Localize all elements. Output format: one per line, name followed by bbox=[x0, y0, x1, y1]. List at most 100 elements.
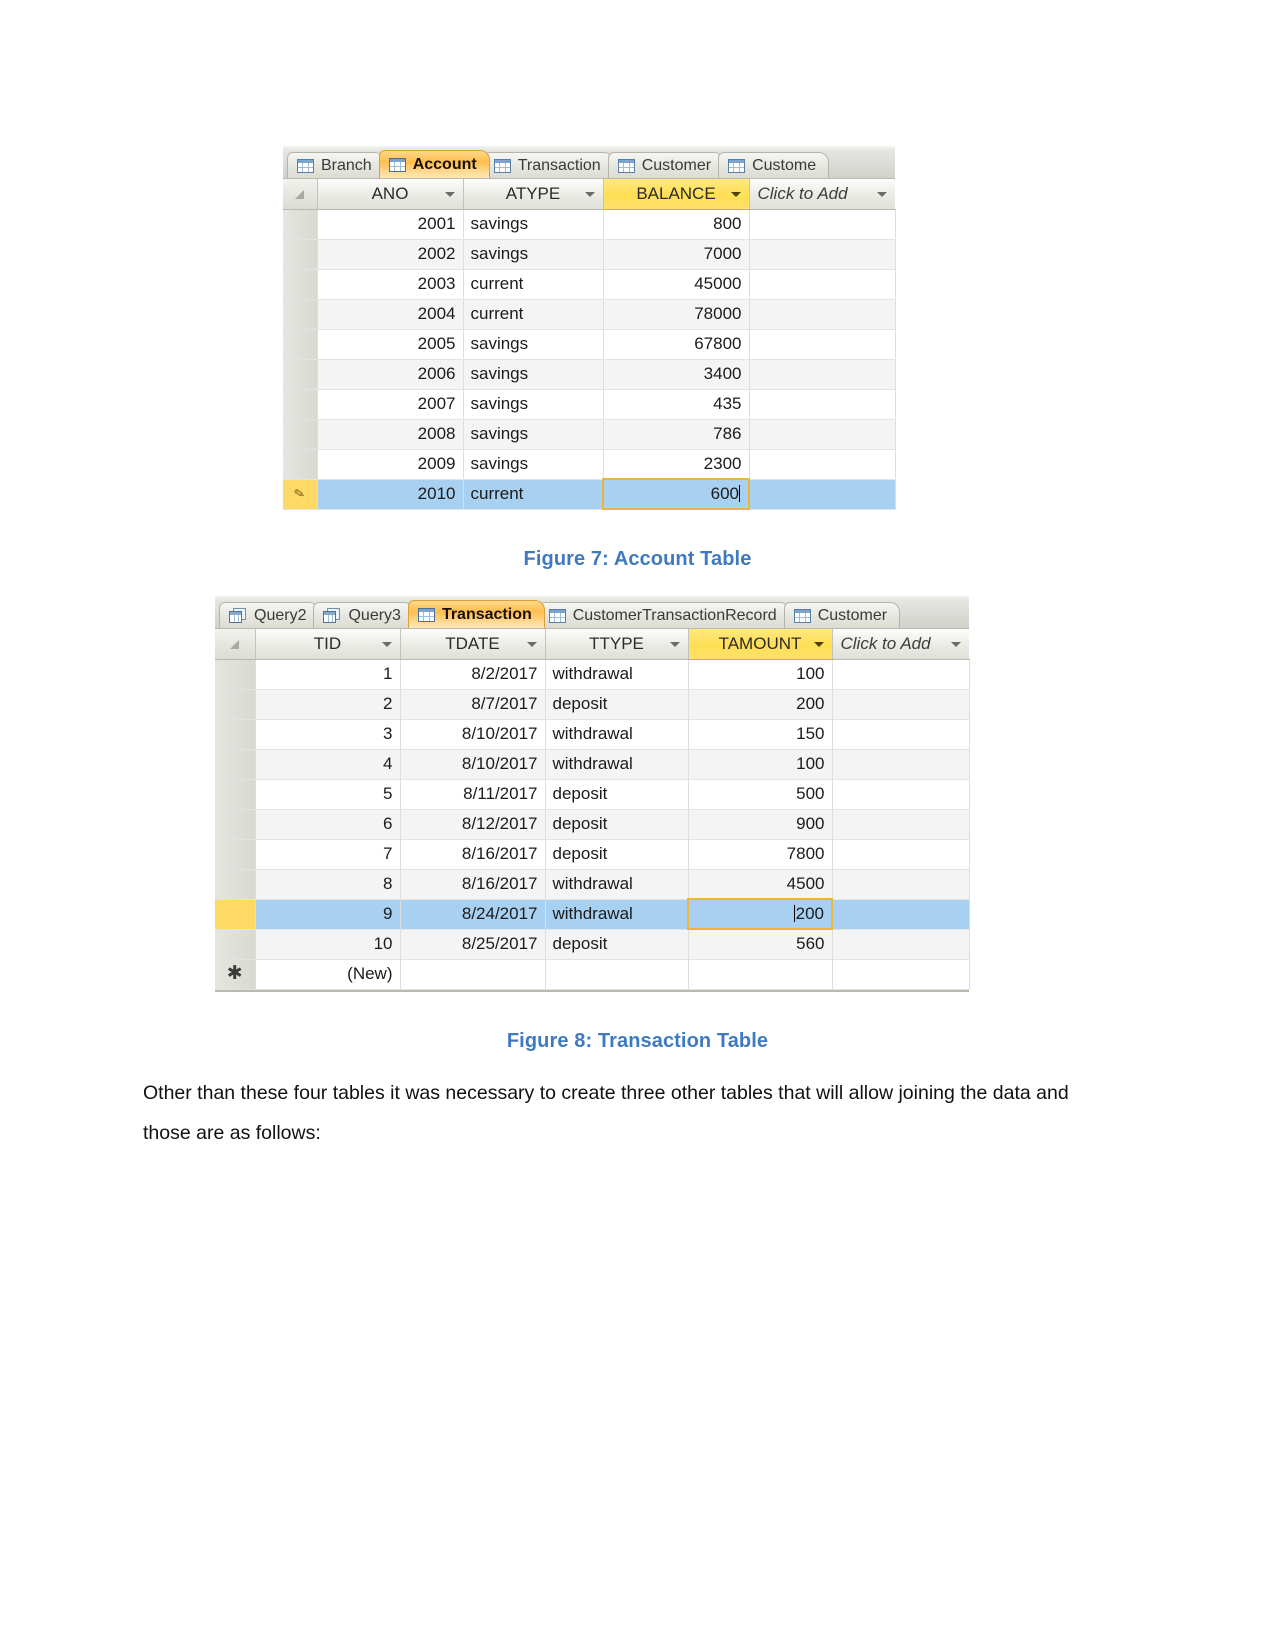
row-selector[interactable] bbox=[215, 749, 256, 780]
tab-account[interactable]: Account bbox=[378, 150, 490, 178]
cell-ano[interactable]: 2001 bbox=[317, 209, 464, 240]
cell-new-label[interactable]: (New) bbox=[255, 959, 401, 990]
tab-customer[interactable]: Customer bbox=[783, 602, 901, 628]
cell-tid[interactable]: 3 bbox=[255, 719, 401, 750]
chevron-down-icon[interactable] bbox=[444, 191, 455, 197]
cell-atype[interactable]: savings bbox=[463, 209, 604, 240]
table-row[interactable]: 2007 savings 435 bbox=[283, 389, 896, 420]
table-row[interactable]: 2002 savings 7000 bbox=[283, 239, 896, 270]
cell-tdate[interactable]: 8/12/2017 bbox=[400, 809, 546, 840]
cell-ano[interactable]: 2002 bbox=[317, 239, 464, 270]
row-selector[interactable] bbox=[215, 869, 256, 900]
chevron-down-icon[interactable] bbox=[951, 641, 961, 647]
new-record-selector[interactable]: ✱ bbox=[215, 959, 256, 990]
cell-tdate[interactable]: 8/25/2017 bbox=[400, 929, 546, 960]
cell-balance[interactable]: 45000 bbox=[603, 269, 750, 300]
select-all-corner[interactable] bbox=[283, 179, 318, 210]
add-column-header[interactable]: Click to Add bbox=[832, 629, 969, 660]
cell-ttype[interactable]: deposit bbox=[545, 839, 689, 870]
table-row[interactable]: 2 8/7/2017 deposit 200 bbox=[215, 689, 970, 720]
cell-tamount[interactable]: 7800 bbox=[688, 839, 833, 870]
cell-tid[interactable]: 6 bbox=[255, 809, 401, 840]
cell-atype[interactable]: savings bbox=[463, 389, 604, 420]
cell-tid[interactable]: 5 bbox=[255, 779, 401, 810]
cell-tdate[interactable]: 8/24/2017 bbox=[400, 899, 546, 930]
table-row[interactable]: 2005 savings 67800 bbox=[283, 329, 896, 360]
cell-balance[interactable]: 78000 bbox=[603, 299, 750, 330]
cell-tdate[interactable]: 8/11/2017 bbox=[400, 779, 546, 810]
cell-tamount[interactable]: 560 bbox=[688, 929, 833, 960]
tab-query3[interactable]: Query3 bbox=[313, 602, 414, 628]
cell-tid[interactable]: 8 bbox=[255, 869, 401, 900]
cell-tdate[interactable]: 8/16/2017 bbox=[400, 869, 546, 900]
row-selector[interactable] bbox=[215, 719, 256, 750]
table-row[interactable]: 5 8/11/2017 deposit 500 bbox=[215, 779, 970, 810]
tab-query2[interactable]: Query2 bbox=[219, 602, 320, 628]
table-row[interactable]: 8 8/16/2017 withdrawal 4500 bbox=[215, 869, 970, 900]
cell-balance[interactable]: 67800 bbox=[603, 329, 750, 360]
transaction-tab-strip[interactable]: Query2 Query3 Transaction CustomerTransa… bbox=[215, 596, 969, 629]
cell-ano[interactable]: 2007 bbox=[317, 389, 464, 420]
cell-tamount-editing[interactable]: 200 bbox=[687, 898, 833, 930]
cell-ttype[interactable]: withdrawal bbox=[545, 899, 689, 930]
table-row[interactable]: 10 8/25/2017 deposit 560 bbox=[215, 929, 970, 960]
table-row[interactable]: 2001 savings 800 bbox=[283, 209, 896, 240]
column-header-balance[interactable]: BALANCE bbox=[603, 179, 750, 210]
account-tab-strip[interactable]: Branch Account Transaction Customer Cust… bbox=[283, 146, 895, 179]
row-selector[interactable] bbox=[215, 779, 256, 810]
cell-tamount[interactable]: 900 bbox=[688, 809, 833, 840]
cell-atype[interactable]: current bbox=[463, 479, 604, 510]
new-record-row[interactable]: ✱ (New) bbox=[215, 959, 970, 990]
cell-ttype[interactable]: withdrawal bbox=[545, 869, 689, 900]
column-header-atype[interactable]: ATYPE bbox=[463, 179, 604, 210]
cell-tdate-new[interactable] bbox=[400, 959, 546, 990]
row-selector[interactable] bbox=[283, 239, 318, 270]
row-selector[interactable] bbox=[283, 359, 318, 390]
table-row[interactable]: 7 8/16/2017 deposit 7800 bbox=[215, 839, 970, 870]
cell-balance[interactable]: 3400 bbox=[603, 359, 750, 390]
row-selector[interactable] bbox=[215, 809, 256, 840]
table-row-selected[interactable]: ✎ 2010 current 600 bbox=[283, 478, 896, 510]
cell-ttype[interactable]: deposit bbox=[545, 689, 689, 720]
chevron-down-icon[interactable] bbox=[669, 641, 680, 647]
cell-atype[interactable]: savings bbox=[463, 239, 604, 270]
cell-tdate[interactable]: 8/7/2017 bbox=[400, 689, 546, 720]
row-selector[interactable] bbox=[283, 419, 318, 450]
chevron-down-icon[interactable] bbox=[584, 191, 595, 197]
table-row[interactable]: 1 8/2/2017 withdrawal 100 bbox=[215, 659, 970, 690]
row-selector[interactable] bbox=[283, 449, 318, 480]
cell-ttype[interactable]: deposit bbox=[545, 809, 689, 840]
cell-atype[interactable]: savings bbox=[463, 359, 604, 390]
table-row[interactable]: 4 8/10/2017 withdrawal 100 bbox=[215, 749, 970, 780]
cell-tdate[interactable]: 8/16/2017 bbox=[400, 839, 546, 870]
cell-tid[interactable]: 4 bbox=[255, 749, 401, 780]
cell-tamount[interactable]: 4500 bbox=[688, 869, 833, 900]
cell-tid[interactable]: 10 bbox=[255, 929, 401, 960]
cell-tamount-new[interactable] bbox=[688, 959, 833, 990]
cell-ttype-new[interactable] bbox=[545, 959, 689, 990]
tab-customer-transaction-record[interactable]: CustomerTransactionRecord bbox=[538, 602, 790, 628]
cell-tamount[interactable]: 200 bbox=[688, 689, 833, 720]
column-header-ano[interactable]: ANO bbox=[317, 179, 464, 210]
chevron-down-icon[interactable] bbox=[526, 641, 537, 647]
chevron-down-icon[interactable] bbox=[813, 641, 824, 647]
cell-ano[interactable]: 2004 bbox=[317, 299, 464, 330]
select-all-corner[interactable] bbox=[215, 629, 256, 660]
cell-balance[interactable]: 435 bbox=[603, 389, 750, 420]
table-row[interactable]: 2003 current 45000 bbox=[283, 269, 896, 300]
cell-tdate[interactable]: 8/10/2017 bbox=[400, 719, 546, 750]
row-selector[interactable] bbox=[215, 689, 256, 720]
column-header-tid[interactable]: TID bbox=[255, 629, 401, 660]
column-header-ttype[interactable]: TTYPE bbox=[545, 629, 689, 660]
row-selector[interactable] bbox=[283, 389, 318, 420]
row-selector[interactable] bbox=[215, 659, 256, 690]
cell-ttype[interactable]: withdrawal bbox=[545, 719, 689, 750]
cell-tdate[interactable]: 8/2/2017 bbox=[400, 659, 546, 690]
cell-ttype[interactable]: deposit bbox=[545, 929, 689, 960]
row-selector[interactable] bbox=[215, 929, 256, 960]
cell-ttype[interactable]: withdrawal bbox=[545, 659, 689, 690]
table-row[interactable]: 3 8/10/2017 withdrawal 150 bbox=[215, 719, 970, 750]
cell-tamount[interactable]: 150 bbox=[688, 719, 833, 750]
row-selector[interactable] bbox=[283, 209, 318, 240]
row-selector[interactable] bbox=[283, 329, 318, 360]
